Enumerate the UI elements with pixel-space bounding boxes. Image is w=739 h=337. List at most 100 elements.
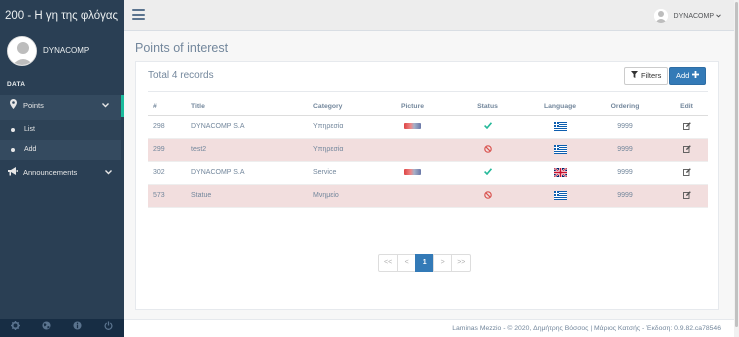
ban-icon[interactable] bbox=[483, 190, 492, 201]
column-header: Edit bbox=[665, 98, 708, 116]
pagination: << < 1 > >> bbox=[378, 254, 472, 272]
cell-category: Μνημείο bbox=[308, 184, 385, 208]
edit-icon[interactable] bbox=[682, 121, 691, 132]
table-header-row: # Title Category Picture Status Language… bbox=[148, 98, 708, 116]
divider bbox=[148, 91, 708, 92]
bullhorn-icon bbox=[8, 162, 18, 184]
cell-edit bbox=[665, 184, 708, 208]
info-icon[interactable] bbox=[62, 319, 93, 337]
column-header[interactable]: Title bbox=[186, 98, 308, 116]
top-navbar: DYNACOMP bbox=[124, 0, 739, 31]
filters-button[interactable]: Filters bbox=[624, 67, 669, 85]
cell-id: 298 bbox=[148, 115, 186, 139]
cell-title: test2 bbox=[186, 138, 308, 162]
add-label: Add bbox=[676, 71, 690, 80]
sidebar-item-label: Announcements bbox=[23, 168, 78, 177]
user-name: DYNACOMP bbox=[673, 12, 714, 20]
cell-picture bbox=[385, 138, 440, 162]
scrollbar[interactable] bbox=[734, 0, 739, 337]
sidebar-item-add[interactable]: Add bbox=[0, 140, 121, 160]
first-page-button[interactable]: << bbox=[378, 254, 399, 272]
cell-edit bbox=[665, 161, 708, 185]
page-footer: Laminas Mezzio - © 2020, Δημήτρης Βόσσος… bbox=[124, 319, 739, 337]
menu-toggle-icon[interactable] bbox=[132, 9, 145, 20]
bullet-icon bbox=[11, 128, 15, 132]
cell-picture bbox=[385, 161, 440, 185]
column-header[interactable]: Category bbox=[308, 98, 385, 116]
records-panel: Total 4 records Filters Add # Title Cate… bbox=[135, 61, 719, 310]
cell-language bbox=[535, 184, 585, 208]
prev-page-button[interactable]: < bbox=[397, 254, 417, 272]
points-submenu: List Add bbox=[0, 117, 121, 160]
sidebar-item-points[interactable]: Points bbox=[0, 95, 124, 117]
chevron-down-icon bbox=[105, 162, 112, 184]
uk-flag-icon bbox=[553, 168, 567, 177]
column-header[interactable]: Ordering bbox=[585, 98, 665, 116]
cell-picture bbox=[385, 115, 440, 139]
picture-thumbnail[interactable] bbox=[404, 123, 421, 130]
table-row[interactable]: 299 test2 Υπηρεσία 9999 bbox=[148, 138, 708, 162]
footer-text: Laminas Mezzio - © 2020, Δημήτρης Βόσσος… bbox=[452, 325, 721, 332]
greek-flag-icon bbox=[553, 145, 567, 154]
sidebar-footer bbox=[0, 319, 124, 337]
page-button[interactable]: 1 bbox=[415, 254, 435, 272]
sidebar-item-announcements[interactable]: Announcements bbox=[0, 162, 124, 184]
cell-status bbox=[440, 161, 535, 185]
profile-name: DYNACOMP bbox=[43, 46, 90, 55]
ban-icon[interactable] bbox=[483, 144, 492, 155]
chevron-down-icon bbox=[102, 95, 109, 117]
cell-category: Service bbox=[308, 161, 385, 185]
cell-ordering: 9999 bbox=[585, 184, 665, 208]
profile: DYNACOMP bbox=[0, 33, 124, 75]
table-row[interactable]: 573 Statue Μνημείο 9999 bbox=[148, 184, 708, 208]
cell-title: DYNACOMP S.A bbox=[186, 161, 308, 185]
app-title[interactable]: 200 - Η γη της φλόγας bbox=[0, 0, 124, 33]
power-icon[interactable] bbox=[93, 319, 124, 337]
cell-status bbox=[440, 115, 535, 139]
check-icon[interactable] bbox=[483, 122, 492, 131]
cell-id: 573 bbox=[148, 184, 186, 208]
cell-picture bbox=[385, 184, 440, 208]
cell-status bbox=[440, 138, 535, 162]
edit-icon[interactable] bbox=[682, 167, 691, 178]
cell-id: 299 bbox=[148, 138, 186, 162]
sidebar-item-list[interactable]: List bbox=[0, 120, 121, 140]
cell-ordering: 9999 bbox=[585, 115, 665, 139]
cell-category: Υπηρεσία bbox=[308, 138, 385, 162]
avatar bbox=[7, 36, 37, 66]
cell-ordering: 9999 bbox=[585, 161, 665, 185]
total-records: Total 4 records bbox=[148, 70, 214, 81]
user-menu[interactable]: DYNACOMP bbox=[653, 8, 721, 24]
table-row[interactable]: 302 DYNACOMP S.A Service 9999 bbox=[148, 161, 708, 185]
check-icon[interactable] bbox=[483, 168, 492, 177]
points-table: # Title Category Picture Status Language… bbox=[148, 98, 708, 208]
last-page-button[interactable]: >> bbox=[451, 254, 472, 272]
column-header: Picture bbox=[385, 98, 440, 116]
table-row[interactable]: 298 DYNACOMP S.A Υπηρεσία 9999 bbox=[148, 115, 708, 139]
main-content: Points of interest Total 4 records Filte… bbox=[124, 31, 739, 337]
picture-thumbnail[interactable] bbox=[404, 169, 421, 176]
globe-icon[interactable] bbox=[31, 319, 62, 337]
filters-label: Filters bbox=[641, 71, 662, 80]
cell-category: Υπηρεσία bbox=[308, 115, 385, 139]
cell-ordering: 9999 bbox=[585, 138, 665, 162]
sidebar-item-label: Add bbox=[24, 146, 37, 153]
sidebar-section-title: DATA bbox=[7, 81, 26, 88]
edit-icon[interactable] bbox=[682, 144, 691, 155]
cell-id: 302 bbox=[148, 161, 186, 185]
add-button[interactable]: Add bbox=[669, 67, 707, 85]
edit-icon[interactable] bbox=[682, 190, 691, 201]
chevron-down-icon bbox=[716, 13, 721, 20]
plus-icon bbox=[692, 68, 700, 84]
cell-status bbox=[440, 184, 535, 208]
cell-edit bbox=[665, 115, 708, 139]
greek-flag-icon bbox=[553, 191, 567, 200]
filter-icon bbox=[631, 68, 638, 84]
column-header[interactable]: Status bbox=[440, 98, 535, 116]
column-header[interactable]: Language bbox=[535, 98, 585, 116]
next-page-button[interactable]: > bbox=[433, 254, 453, 272]
column-header[interactable]: # bbox=[148, 98, 186, 116]
cell-edit bbox=[665, 138, 708, 162]
gear-icon[interactable] bbox=[0, 319, 31, 337]
map-marker-icon bbox=[8, 95, 18, 117]
